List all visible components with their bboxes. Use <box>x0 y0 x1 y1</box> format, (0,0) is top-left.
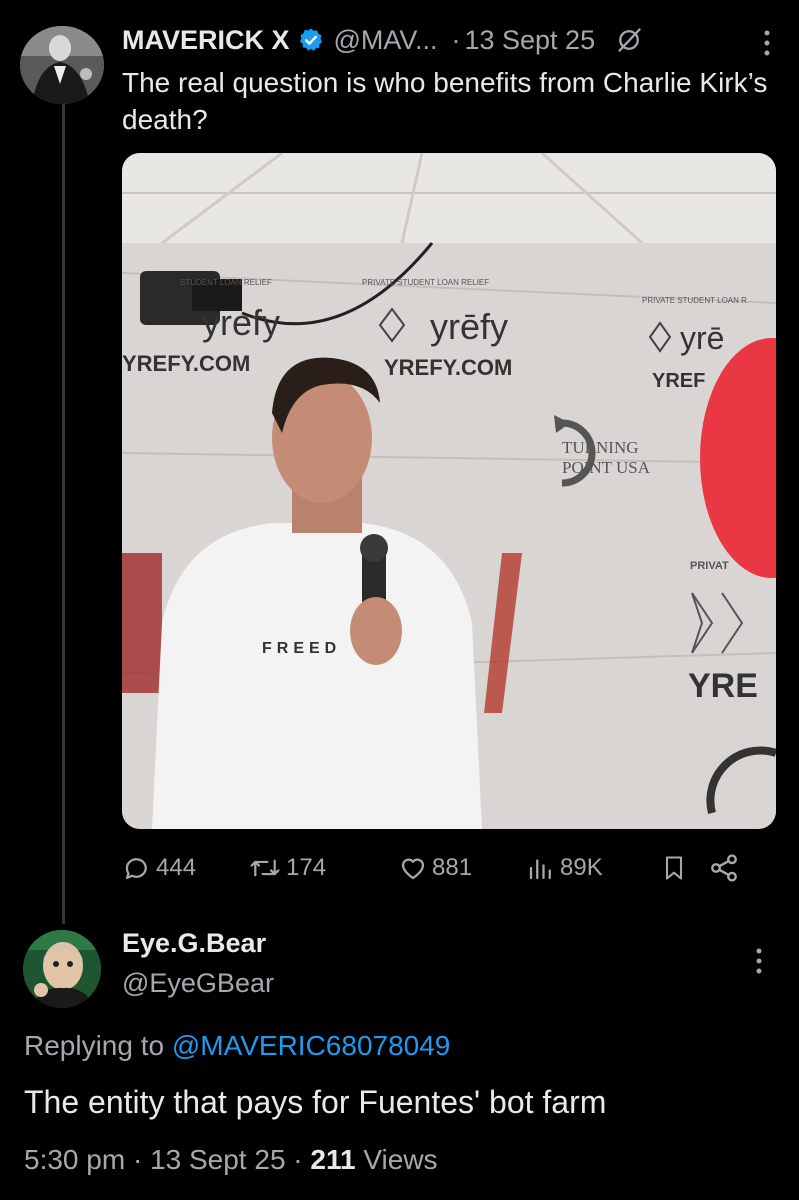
shirt-text: FREED <box>262 640 341 657</box>
banner-text: POINT USA <box>562 458 651 477</box>
tweet-header: MAVERICK X @MAV... · 13 Sept 25 <box>122 20 643 60</box>
author-handle[interactable]: @MAV... <box>334 25 438 56</box>
avatar-eyegbear[interactable] <box>23 930 101 1008</box>
reply-button[interactable]: 444 <box>122 846 196 890</box>
reply-views-count[interactable]: 211 <box>310 1144 355 1175</box>
like-icon <box>401 858 425 880</box>
tweet-media-video[interactable]: STUDENT LOAN RELIEF yrefy YREFY.COM PRIV… <box>122 153 776 829</box>
reply-time[interactable]: 5:30 pm <box>24 1144 125 1175</box>
replying-to-line: Replying to @MAVERIC68078049 <box>24 1030 450 1062</box>
verified-badge-icon <box>299 28 322 51</box>
person-shirt <box>152 523 482 829</box>
tweet-text: The real question is who benefits from C… <box>122 67 768 135</box>
separator-dot: · <box>293 1144 303 1175</box>
repost-count: 174 <box>286 854 327 881</box>
views-icon <box>529 859 551 880</box>
separator-dot: · <box>132 1144 143 1175</box>
reply-text: The entity that pays for Fuentes' bot fa… <box>24 1084 607 1120</box>
bookmark-button[interactable] <box>660 846 692 890</box>
banner-text: YREFY.COM <box>122 351 250 376</box>
replying-to-mention[interactable]: @MAVERIC68078049 <box>172 1030 451 1061</box>
action-bar: 444 174 881 89K <box>122 846 762 890</box>
banner-text: PRIVAT <box>690 560 729 572</box>
avatar-maverick[interactable] <box>20 26 104 104</box>
share-icon <box>711 854 737 882</box>
repost-icon <box>250 859 280 877</box>
reply-count: 444 <box>156 854 197 881</box>
banner-text: PRIVATE STUDENT LOAN RELIEF <box>362 278 489 287</box>
share-button[interactable] <box>708 846 744 890</box>
replying-prefix: Replying to <box>24 1030 165 1061</box>
banner-text: TURNING <box>562 438 639 457</box>
reply-author-name[interactable]: Eye.G.Bear <box>122 928 266 959</box>
views-button[interactable]: 89K <box>526 846 603 890</box>
banner-text: YREF <box>652 370 705 392</box>
tweet-date[interactable]: 13 Sept 25 <box>464 25 595 56</box>
thread-line <box>62 104 65 924</box>
banner-text: yrē <box>680 320 724 356</box>
more-icon[interactable] <box>755 948 763 974</box>
repost-button[interactable]: 174 <box>248 846 326 890</box>
banner-text: YREFY.COM <box>384 355 512 380</box>
banner-text: PRIVATE STUDENT LOAN R <box>642 296 747 305</box>
reply-icon <box>125 858 147 880</box>
like-count: 881 <box>432 854 473 881</box>
banner-text: yrefy <box>202 302 280 343</box>
reply-date[interactable]: 13 Sept 25 <box>150 1144 285 1175</box>
separator-dot: · <box>451 24 461 55</box>
bookmark-icon <box>665 856 683 880</box>
more-icon[interactable] <box>763 30 771 56</box>
like-button[interactable]: 881 <box>398 846 472 890</box>
banner-text: yrēfy <box>430 306 508 347</box>
banner-text: STUDENT LOAN RELIEF <box>180 278 272 287</box>
reply-views-label: Views <box>363 1144 438 1175</box>
reply-author-handle[interactable]: @EyeGBear <box>122 968 274 999</box>
reply-meta: 5:30 pm · 13 Sept 25 · 211 Views <box>24 1144 438 1176</box>
grok-icon[interactable] <box>615 26 643 54</box>
author-name[interactable]: MAVERICK X <box>122 25 290 56</box>
views-count: 89K <box>560 854 603 881</box>
banner-text: YRE <box>688 667 758 705</box>
